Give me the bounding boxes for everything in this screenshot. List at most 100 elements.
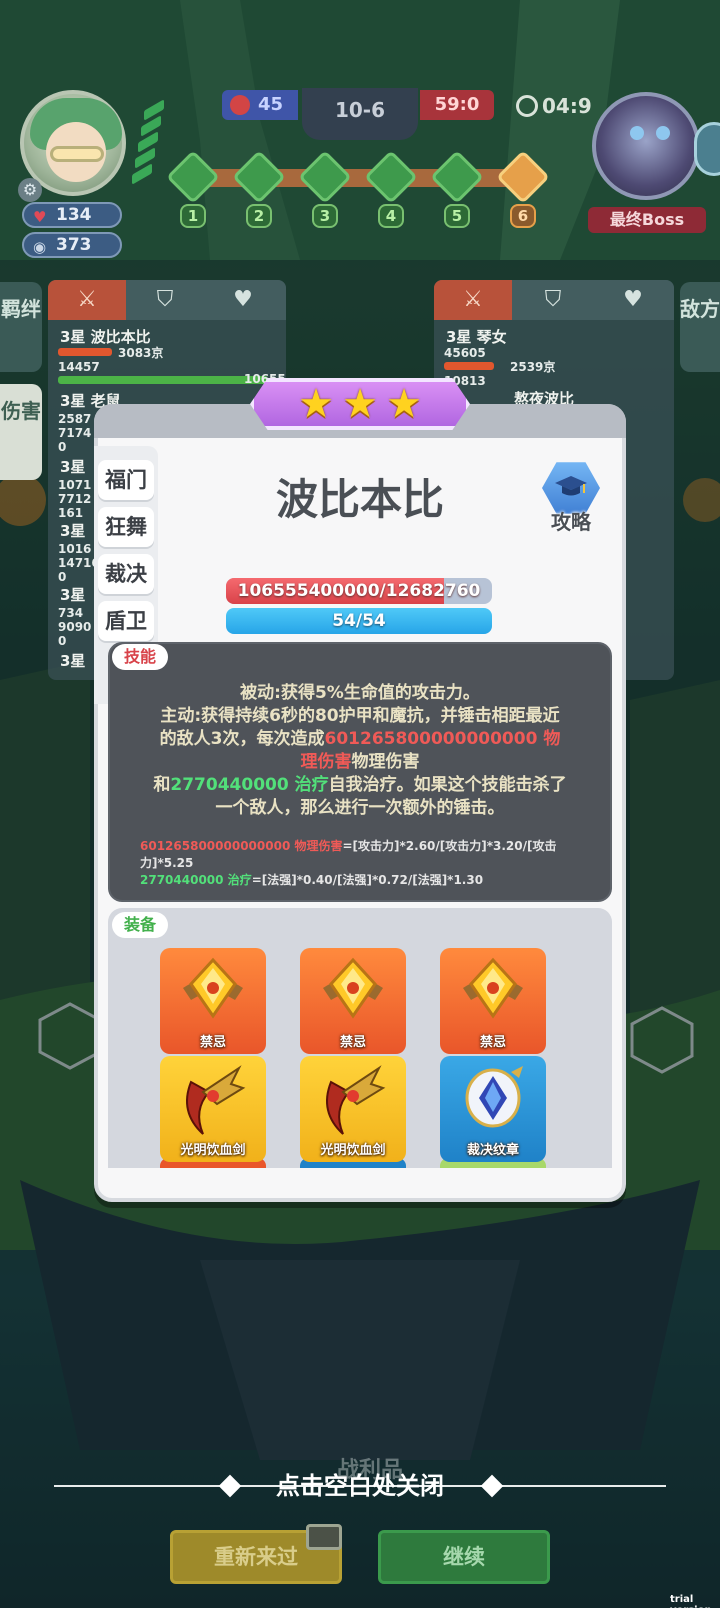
ally-row-value: 9090	[58, 620, 92, 634]
equipment-item[interactable]: 禁忌	[160, 948, 266, 1054]
guide-label: 攻略	[551, 510, 591, 534]
shield-icon[interactable]: ⛉	[126, 280, 204, 320]
boss-avatar[interactable]	[592, 92, 700, 200]
skill-line: 主动:获得持续6秒的80护甲和魔抗，并锤击相距最近	[160, 706, 560, 726]
heart-icon[interactable]: ♥	[204, 280, 282, 320]
formula-heal-value: 2770440000 治疗	[140, 873, 252, 887]
team-emblem-icon	[230, 95, 250, 115]
star-icon: ★	[298, 381, 334, 427]
shield-icon[interactable]: ⛉	[514, 280, 592, 320]
trait-tab[interactable]: 狂舞	[98, 507, 154, 547]
left-score-value: 45	[258, 94, 284, 115]
chat-bubble-icon[interactable]	[694, 122, 720, 176]
trait-tab[interactable]: 盾卫	[98, 601, 154, 641]
heart-icon[interactable]: ♥	[594, 280, 672, 320]
equipment-item[interactable]: 光明饮血剑	[160, 1056, 266, 1162]
enemy-panel-tabs: ⚔ ⛉ ♥	[434, 280, 674, 320]
damage-bar	[444, 362, 494, 370]
wave-number: 4	[378, 204, 404, 228]
guide-button[interactable]: 攻略	[536, 460, 606, 538]
skill-line: 和2770440000 治疗自我治疗。如果这个技能击杀了	[128, 774, 592, 797]
equipment-item[interactable]: 裁决纹章	[440, 1056, 546, 1162]
equipment-item[interactable]: 光明饮血剑	[300, 1056, 406, 1162]
skill-line: 的敌人3次，每次造成601265800000000000 物	[128, 728, 592, 751]
trial-watermark: trial version	[670, 1594, 712, 1608]
item-name: 禁忌	[339, 1035, 366, 1050]
ally-row-value: 0	[58, 440, 67, 454]
wave-number: 5	[444, 204, 470, 228]
bloodthirster-icon	[326, 1065, 386, 1135]
enemy-row-value: 2539京	[510, 360, 556, 374]
sword-icon[interactable]: ⚔	[434, 280, 512, 320]
item-name: 光明饮血剑	[180, 1143, 246, 1158]
skill-description: 被动:获得5%生命值的攻击力。 主动:获得持续6秒的80护甲和魔抗，并锤击相距最…	[128, 682, 592, 820]
stage-indicator: 10-6	[302, 88, 418, 140]
ally-row-value: 1016	[58, 542, 92, 556]
item-name: 禁忌	[199, 1035, 226, 1050]
coin-stack-icon: ◉	[33, 238, 47, 256]
wave-number: 1	[180, 204, 206, 228]
timer-value: 04:9	[542, 94, 592, 118]
formula-damage-value: 601265800000000000 物理伤害	[140, 839, 343, 853]
physical-damage-value: 601265800000000000 物	[324, 729, 561, 749]
ally-row-name: 3星	[60, 522, 86, 540]
bloodthirster-icon	[186, 1065, 246, 1135]
final-boss-label: 最终Boss	[588, 207, 706, 233]
tab-damage[interactable]: 伤害	[0, 384, 42, 480]
boss-eye	[656, 126, 670, 140]
skill-text-span: 和	[153, 775, 171, 795]
heal-formula: 2770440000 治疗=[法强]*0.40/[法强]*0.72/[法强]*1…	[140, 872, 606, 889]
player-hp-value: 134	[56, 205, 92, 225]
hero-mana-bar: 54/54	[226, 608, 492, 634]
video-ad-icon	[306, 1524, 342, 1550]
tab-bonds[interactable]: 羁绊	[0, 282, 42, 372]
equipment-item[interactable]: 禁忌	[300, 948, 406, 1054]
forbidden-gem-icon	[463, 957, 523, 1019]
forbidden-gem-icon	[323, 957, 383, 1019]
damage-bar	[58, 348, 112, 356]
ally-row-value: 1071	[58, 478, 92, 492]
wave-number: 6	[510, 204, 536, 228]
heal-bar	[58, 376, 268, 384]
damage-formula: 601265800000000000 物理伤害=[攻击力]*2.60/[攻击力]…	[140, 838, 606, 872]
close-hint-text[interactable]: 点击空白处关闭	[242, 1470, 478, 1502]
ally-row-value: 161	[58, 506, 84, 520]
ally-row-name: 3星	[60, 652, 86, 670]
continue-button[interactable]: 继续	[378, 1530, 550, 1584]
player-hp-pill: ♥ 134	[22, 202, 122, 228]
equipment-item[interactable]: 禁忌	[440, 948, 546, 1054]
ally-panel-tabs: ⚔ ⛉ ♥	[48, 280, 286, 320]
ally-row-value: 734	[58, 606, 84, 620]
ally-row-value: 14457	[58, 360, 100, 374]
skill-text-span: 物理伤害	[351, 752, 420, 772]
heal-value: 2770440000 治疗	[170, 775, 329, 795]
graduation-cap-icon	[555, 476, 587, 496]
skill-text-span: 的敌人3次，每次造成	[159, 729, 325, 749]
trait-tab[interactable]: 福门	[98, 460, 154, 500]
wave-number: 2	[246, 204, 272, 228]
ally-row-value: 7712	[58, 492, 92, 506]
hero-hp-bar: 106555400000/12682760	[226, 578, 492, 604]
ally-row-value: 2587	[58, 412, 92, 426]
player-coins-value: 373	[56, 235, 92, 255]
clock-icon	[516, 95, 538, 117]
settings-gear-icon[interactable]: ⚙	[18, 178, 42, 202]
item-name: 禁忌	[479, 1035, 506, 1050]
boss-eye	[630, 126, 644, 140]
forbidden-gem-icon	[183, 957, 243, 1019]
trait-tab[interactable]: 裁决	[98, 554, 154, 594]
ally-row-value: 0	[58, 634, 67, 648]
wave-number: 3	[312, 204, 338, 228]
star-icon: ★	[342, 381, 378, 427]
ally-row-name: 3星	[60, 586, 86, 604]
tab-enemy[interactable]: 敌方	[680, 282, 720, 372]
sword-icon[interactable]: ⚔	[48, 280, 126, 320]
hero-name: 波比本比	[275, 475, 444, 524]
ally-row-value: 7174	[58, 426, 92, 440]
star-icon: ★	[386, 381, 422, 427]
left-team-score: 45	[222, 90, 298, 120]
skill-line: 被动:获得5%生命值的攻击力。	[240, 683, 480, 703]
enemy-row-name: 3星 琴女	[446, 328, 507, 346]
ally-row-value: 3083京	[118, 346, 164, 360]
hp-bar-text: 106555400000/12682760	[237, 581, 481, 601]
